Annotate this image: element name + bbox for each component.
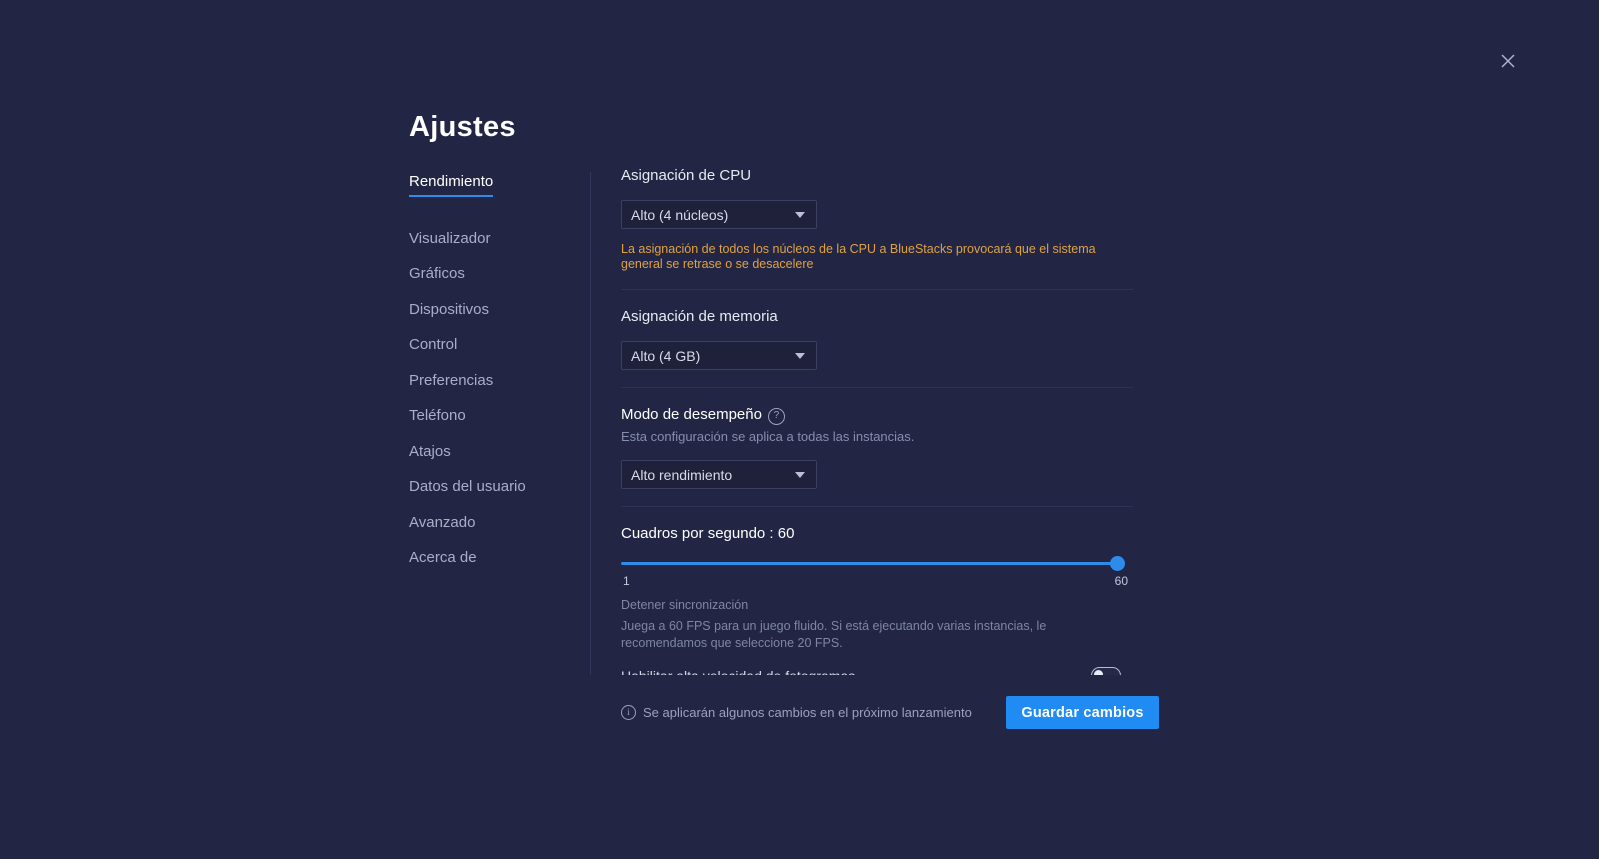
chevron-down-icon <box>795 471 805 478</box>
sidebar-content-divider <box>590 172 591 675</box>
info-icon: i <box>621 705 636 720</box>
help-icon[interactable]: ? <box>767 407 785 425</box>
sidebar-item-acerca-de[interactable]: Acerca de <box>409 548 477 568</box>
fps-hint-block: Detener sincronización Juega a 60 FPS pa… <box>621 597 1133 652</box>
cpu-allocation-warning: La asignación de todos los núcleos de la… <box>621 242 1096 271</box>
high-frame-rate-label: Habilitar alta velocidad de fotogramas <box>621 668 855 676</box>
sidebar-item-control[interactable]: Control <box>409 335 457 355</box>
performance-mode-section: Modo de desempeño? Esta configuración se… <box>621 388 1133 489</box>
cpu-allocation-section: Asignación de CPU Alto (4 núcleos) La as… <box>621 166 1133 272</box>
save-changes-button[interactable]: Guardar cambios <box>1006 696 1159 729</box>
performance-mode-title: Modo de desempeño <box>621 406 762 423</box>
fps-section: Cuadros por segundo : 60 1 60 Detener si… <box>621 507 1133 675</box>
fps-label: Cuadros por segundo : 60 <box>621 525 795 542</box>
sidebar-item-dispositivos[interactable]: Dispositivos <box>409 300 489 320</box>
memory-allocation-label: Asignación de memoria <box>621 308 778 325</box>
cpu-allocation-label: Asignación de CPU <box>621 167 752 184</box>
sidebar-item-visualizador[interactable]: Visualizador <box>409 229 490 249</box>
performance-mode-label: Modo de desempeño? <box>621 405 1133 425</box>
fps-hint: Juega a 60 FPS para un juego fluido. Si … <box>621 619 1047 650</box>
high-frame-rate-toggle[interactable] <box>1091 667 1121 675</box>
chevron-down-icon <box>795 352 805 359</box>
dialog-footer: i Se aplicarán algunos cambios en el pró… <box>621 695 1159 730</box>
fps-slider-thumb[interactable] <box>1110 556 1125 571</box>
settings-dialog: Ajustes Rendimiento Visualizador Gráfico… <box>0 0 1599 859</box>
sidebar-item-telefono[interactable]: Teléfono <box>409 406 466 426</box>
cpu-allocation-value: Alto (4 núcleos) <box>631 206 729 223</box>
chevron-down-icon <box>795 211 805 218</box>
fps-slider[interactable] <box>621 556 1130 572</box>
sidebar-item-rendimiento[interactable]: Rendimiento <box>409 172 494 197</box>
close-icon[interactable] <box>1493 46 1523 76</box>
footer-note: i Se aplicarán algunos cambios en el pró… <box>621 705 972 720</box>
footer-note-text: Se aplicarán algunos cambios en el próxi… <box>643 705 972 720</box>
page-title: Ajustes <box>409 111 516 143</box>
memory-allocation-section: Asignación de memoria Alto (4 GB) <box>621 290 1133 370</box>
fps-slider-track[interactable] <box>621 562 1117 565</box>
performance-mode-sublabel: Esta configuración se aplica a todas las… <box>621 429 915 444</box>
fps-min-label: 1 <box>623 574 630 588</box>
settings-content-scroll[interactable]: Asignación de CPU Alto (4 núcleos) La as… <box>621 166 1133 675</box>
performance-mode-select[interactable]: Alto rendimiento <box>621 460 817 489</box>
sidebar-item-avanzado[interactable]: Avanzado <box>409 513 475 533</box>
sidebar-item-graficos[interactable]: Gráficos <box>409 264 465 284</box>
performance-mode-value: Alto rendimiento <box>631 466 733 483</box>
sidebar-item-datos-del-usuario[interactable]: Datos del usuario <box>409 477 526 497</box>
toggle-knob <box>1094 670 1103 675</box>
memory-allocation-select[interactable]: Alto (4 GB) <box>621 341 817 370</box>
high-frame-rate-row: Habilitar alta velocidad de fotogramas <box>621 667 1121 675</box>
fps-max-label: 60 <box>1114 574 1128 588</box>
memory-allocation-value: Alto (4 GB) <box>631 347 701 364</box>
cpu-allocation-select[interactable]: Alto (4 núcleos) <box>621 200 817 229</box>
sidebar-item-preferencias[interactable]: Preferencias <box>409 371 493 391</box>
stop-sync-label: Detener sincronización <box>621 598 749 612</box>
sidebar-item-atajos[interactable]: Atajos <box>409 442 451 462</box>
settings-sidebar: Rendimiento Visualizador Gráficos Dispos… <box>409 172 584 584</box>
fps-slider-scale: 1 60 <box>621 574 1130 590</box>
